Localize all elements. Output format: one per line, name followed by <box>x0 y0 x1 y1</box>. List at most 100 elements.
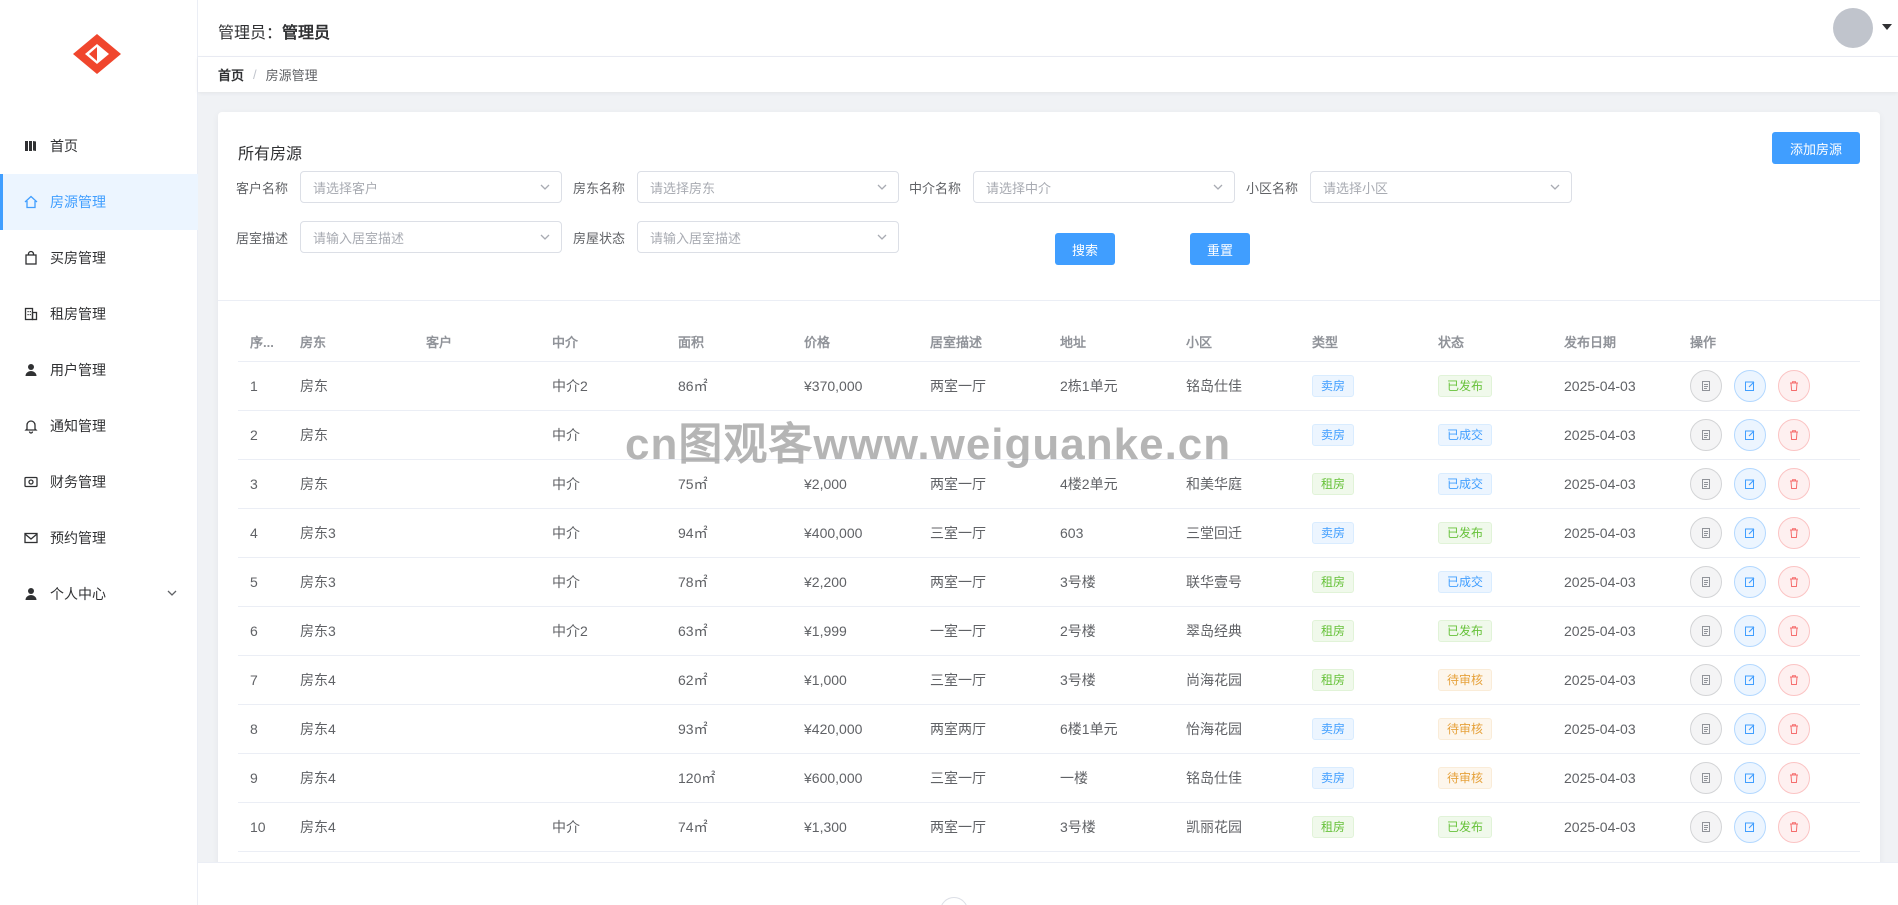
add-house-button[interactable]: 添加房源 <box>1772 132 1860 164</box>
column-header: 中介 <box>552 335 579 350</box>
app-logo[interactable] <box>69 30 125 76</box>
document-icon <box>1702 577 1710 587</box>
edit-button[interactable] <box>1734 370 1766 402</box>
view-button[interactable] <box>1690 370 1722 402</box>
view-button[interactable] <box>1690 468 1722 500</box>
view-button[interactable] <box>1690 517 1722 549</box>
breadcrumb-separator: / <box>253 67 257 82</box>
room-desc-select[interactable]: 请输入居室描述 <box>300 221 562 253</box>
type-tag: 租房 <box>1312 473 1355 495</box>
cell-date: 2025-04-03 <box>1564 770 1636 786</box>
type-tag: 租房 <box>1312 571 1355 593</box>
book-icon <box>22 137 40 155</box>
user-icon <box>22 361 40 379</box>
delete-button[interactable] <box>1778 664 1810 696</box>
scroll-top-button[interactable] <box>940 897 968 905</box>
edit-button[interactable] <box>1734 468 1766 500</box>
cell-type: 卖房 <box>1300 424 1426 446</box>
sidebar-item-label: 买房管理 <box>50 250 106 266</box>
mail-icon <box>22 529 40 547</box>
trash-icon <box>1790 528 1798 538</box>
column-header: 状态 <box>1438 335 1465 350</box>
cell-status: 已发布 <box>1426 375 1552 397</box>
cell-address: 3号楼 <box>1060 574 1096 590</box>
reset-button[interactable]: 重置 <box>1190 233 1250 265</box>
edit-button[interactable] <box>1734 762 1766 794</box>
sidebar-item-label: 首页 <box>50 138 78 154</box>
agent-select[interactable]: 请选择中介 <box>973 171 1235 203</box>
customer-filter-label: 客户名称 <box>235 181 288 196</box>
column-header: 客户 <box>426 335 453 350</box>
delete-button[interactable] <box>1778 517 1810 549</box>
edit-icon <box>1745 577 1755 587</box>
delete-button[interactable] <box>1778 370 1810 402</box>
search-button[interactable]: 搜索 <box>1055 233 1115 265</box>
community-select-placeholder: 请选择小区 <box>1323 180 1389 196</box>
edit-button[interactable] <box>1734 517 1766 549</box>
sidebar-item-1[interactable]: 房源管理 <box>0 174 198 230</box>
cell-community: 凯丽花园 <box>1186 819 1242 835</box>
cell-area: 62㎡ <box>678 672 708 688</box>
edit-button[interactable] <box>1734 664 1766 696</box>
cell-status: 已发布 <box>1426 620 1552 642</box>
breadcrumb-home[interactable]: 首页 <box>218 65 244 84</box>
customer-select[interactable]: 请选择客户 <box>300 171 562 203</box>
landlord-select[interactable]: 请选择房东 <box>637 171 899 203</box>
cell-no: 7 <box>250 672 258 688</box>
column-header: 类型 <box>1312 335 1339 350</box>
edit-button[interactable] <box>1734 566 1766 598</box>
cell-status: 待审核 <box>1426 669 1552 691</box>
delete-button[interactable] <box>1778 615 1810 647</box>
sidebar-item-3[interactable]: 租房管理 <box>0 286 198 342</box>
edit-button[interactable] <box>1734 615 1766 647</box>
delete-button[interactable] <box>1778 762 1810 794</box>
edit-button[interactable] <box>1734 811 1766 843</box>
cell-no: 6 <box>250 623 258 639</box>
sidebar-item-4[interactable]: 用户管理 <box>0 342 198 398</box>
document-icon <box>1702 528 1710 538</box>
cell-actions <box>1678 615 1836 647</box>
landlord-filter-label: 房东名称 <box>572 181 625 196</box>
cell-landlord: 房东4 <box>300 819 336 835</box>
cell-type: 卖房 <box>1300 767 1426 789</box>
cell-date: 2025-04-03 <box>1564 525 1636 541</box>
building-icon <box>22 305 40 323</box>
view-button[interactable] <box>1690 615 1722 647</box>
caret-down-icon[interactable] <box>1882 24 1892 30</box>
edit-icon <box>1745 675 1755 685</box>
top-header: 管理员：管理员 <box>198 0 1898 57</box>
delete-button[interactable] <box>1778 566 1810 598</box>
view-button[interactable] <box>1690 664 1722 696</box>
sidebar-item-2[interactable]: 买房管理 <box>0 230 198 286</box>
status-select[interactable]: 请输入居室描述 <box>637 221 899 253</box>
sidebar-item-8[interactable]: 个人中心 <box>0 566 198 622</box>
view-button[interactable] <box>1690 762 1722 794</box>
avatar[interactable] <box>1833 8 1873 48</box>
sidebar-item-5[interactable]: 通知管理 <box>0 398 198 454</box>
delete-button[interactable] <box>1778 811 1810 843</box>
status-badge: 已成交 <box>1438 473 1493 495</box>
edit-button[interactable] <box>1734 419 1766 451</box>
bell-icon <box>22 417 40 435</box>
table-row: 6 房东3 中介2 63㎡ ¥1,999 一室一厅 2号楼 翠岛经典 租房 已发布 2025-04-… <box>238 607 1860 656</box>
house-icon <box>22 193 40 211</box>
edit-button[interactable] <box>1734 713 1766 745</box>
view-button[interactable] <box>1690 811 1722 843</box>
cell-actions <box>1678 468 1836 500</box>
sidebar-item-6[interactable]: 财务管理 <box>0 454 198 510</box>
status-badge: 已发布 <box>1438 816 1493 838</box>
status-badge: 已发布 <box>1438 620 1493 642</box>
view-button[interactable] <box>1690 419 1722 451</box>
chevron-down-icon <box>1549 181 1561 196</box>
view-button[interactable] <box>1690 713 1722 745</box>
delete-button[interactable] <box>1778 468 1810 500</box>
delete-button[interactable] <box>1778 713 1810 745</box>
view-button[interactable] <box>1690 566 1722 598</box>
sidebar-item-7[interactable]: 预约管理 <box>0 510 198 566</box>
cell-status: 已发布 <box>1426 522 1552 544</box>
cell-no: 8 <box>250 721 258 737</box>
delete-button[interactable] <box>1778 419 1810 451</box>
community-select[interactable]: 请选择小区 <box>1310 171 1572 203</box>
sidebar-item-0[interactable]: 首页 <box>0 118 198 174</box>
cell-address: 4楼2单元 <box>1060 476 1118 492</box>
